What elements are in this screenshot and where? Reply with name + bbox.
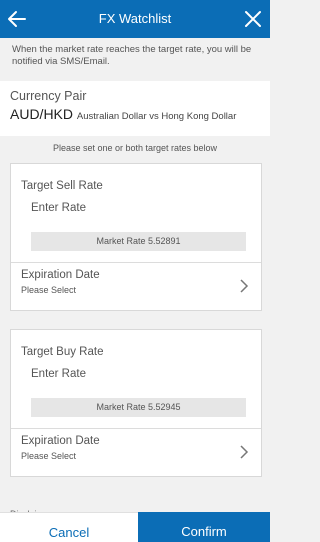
confirm-button[interactable]: Confirm xyxy=(138,512,270,542)
currency-pair-value: AUD/HKD Australian Dollar vs Hong Kong D… xyxy=(10,106,260,122)
sell-expiration-label: Expiration Date xyxy=(21,269,100,281)
header-bar: FX Watchlist xyxy=(0,0,270,38)
buy-market-rate: Market Rate 5.52945 xyxy=(31,398,246,417)
page-title: FX Watchlist xyxy=(98,11,172,26)
chevron-right-icon xyxy=(240,445,249,459)
chevron-right-icon xyxy=(240,279,249,293)
sell-market-rate: Market Rate 5.52891 xyxy=(31,232,246,251)
close-icon[interactable] xyxy=(242,8,264,30)
target-sell-label: Target Sell Rate xyxy=(21,180,103,192)
sell-expiration-value: Please Select xyxy=(21,285,77,295)
buy-expiration-date-row[interactable]: Expiration Date Please Select xyxy=(11,429,261,477)
currency-pair-section: Currency Pair AUD/HKD Australian Dollar … xyxy=(0,81,270,136)
back-arrow-icon[interactable] xyxy=(6,8,28,30)
target-sell-rate-input[interactable]: Enter Rate xyxy=(31,202,86,214)
target-buy-rate-input[interactable]: Enter Rate xyxy=(31,368,86,380)
buy-expiration-value: Please Select xyxy=(21,451,77,461)
currency-pair-label: Currency Pair xyxy=(10,89,87,103)
target-buy-card: Target Buy Rate Enter Rate Market Rate 5… xyxy=(10,329,262,477)
target-buy-label: Target Buy Rate xyxy=(21,346,104,358)
cancel-button[interactable]: Cancel xyxy=(0,512,138,542)
target-rate-hint: Please set one or both target rates belo… xyxy=(52,143,218,153)
buy-expiration-label: Expiration Date xyxy=(21,435,100,447)
target-sell-card: Target Sell Rate Enter Rate Market Rate … xyxy=(10,163,262,311)
sell-expiration-date-row[interactable]: Expiration Date Please Select xyxy=(11,263,261,311)
currency-pair-description: Australian Dollar vs Hong Kong Dollar xyxy=(76,111,237,122)
currency-pair-code: AUD/HKD xyxy=(10,106,74,122)
notification-notice: When the market rate reaches the target … xyxy=(12,44,252,67)
footer-actions: Cancel Confirm xyxy=(0,512,270,542)
